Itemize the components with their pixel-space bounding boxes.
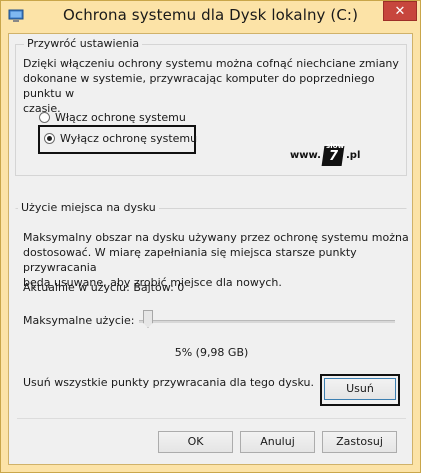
cancel-button[interactable]: Anuluj xyxy=(240,431,315,453)
radio-enable-circle[interactable] xyxy=(39,111,50,123)
restore-description: Dzięki włączeniu ochrony systemu można c… xyxy=(23,56,412,116)
max-usage-label: Maksymalne użycie: xyxy=(23,314,135,327)
delete-restore-points-text: Usuń wszystkie punkty przywracania dla t… xyxy=(23,376,314,389)
apply-button[interactable]: Zastosuj xyxy=(322,431,397,453)
delete-button[interactable]: Usuń xyxy=(324,378,396,400)
radio-enable-label: Włącz ochronę systemu xyxy=(55,110,186,124)
close-button[interactable]: ✕ xyxy=(383,1,417,21)
max-usage-slider-track[interactable] xyxy=(139,320,395,323)
radio-disable-circle[interactable] xyxy=(44,132,55,144)
current-usage-value: Bajtów: 0 xyxy=(133,281,185,294)
ok-button[interactable]: OK xyxy=(158,431,233,453)
restore-description-line-2: dokonane w systemie, przywracając komput… xyxy=(23,72,375,100)
watermark-suffix: .pl xyxy=(346,150,361,161)
radio-enable-protection[interactable]: Włącz ochronę systemu xyxy=(39,109,186,125)
restore-settings-legend: Przywróć ustawienia xyxy=(24,37,143,50)
restore-description-line-1: Dzięki włączeniu ochrony systemu można c… xyxy=(23,57,399,70)
watermark-prefix: www. xyxy=(290,150,321,161)
dialog-client-area: Przywróć ustawienia Dzięki włączeniu och… xyxy=(8,33,413,465)
window-title: Ochrona systemu dla Dysk lokalny (C:) xyxy=(62,6,359,24)
current-usage-label: Aktualnie w użyciu: xyxy=(23,281,130,294)
close-icon: ✕ xyxy=(394,4,406,19)
watermark-logo: www. słow 7 .pl xyxy=(290,142,375,167)
title-bar[interactable]: Ochrona systemu dla Dysk lokalny (C:) ✕ xyxy=(0,0,421,34)
radio-disable-label: Wyłącz ochronę systemu xyxy=(60,131,198,145)
footer-separator xyxy=(17,418,406,419)
watermark-logo-seven: 7 xyxy=(329,149,339,164)
radio-disable-protection[interactable]: Wyłącz ochronę systemu xyxy=(44,130,197,146)
disk-description-line-2: dostosować. W miarę zapełniania się miej… xyxy=(23,246,357,274)
max-usage-value: 5% (9,98 GB) xyxy=(174,346,249,359)
disk-usage-legend: Użycie miejsca na dysku xyxy=(18,201,159,214)
disk-description-line-1: Maksymalny obszar na dysku używany przez… xyxy=(23,231,409,244)
current-usage-row: Aktualnie w użyciu: Bajtów: 0 xyxy=(23,280,184,295)
